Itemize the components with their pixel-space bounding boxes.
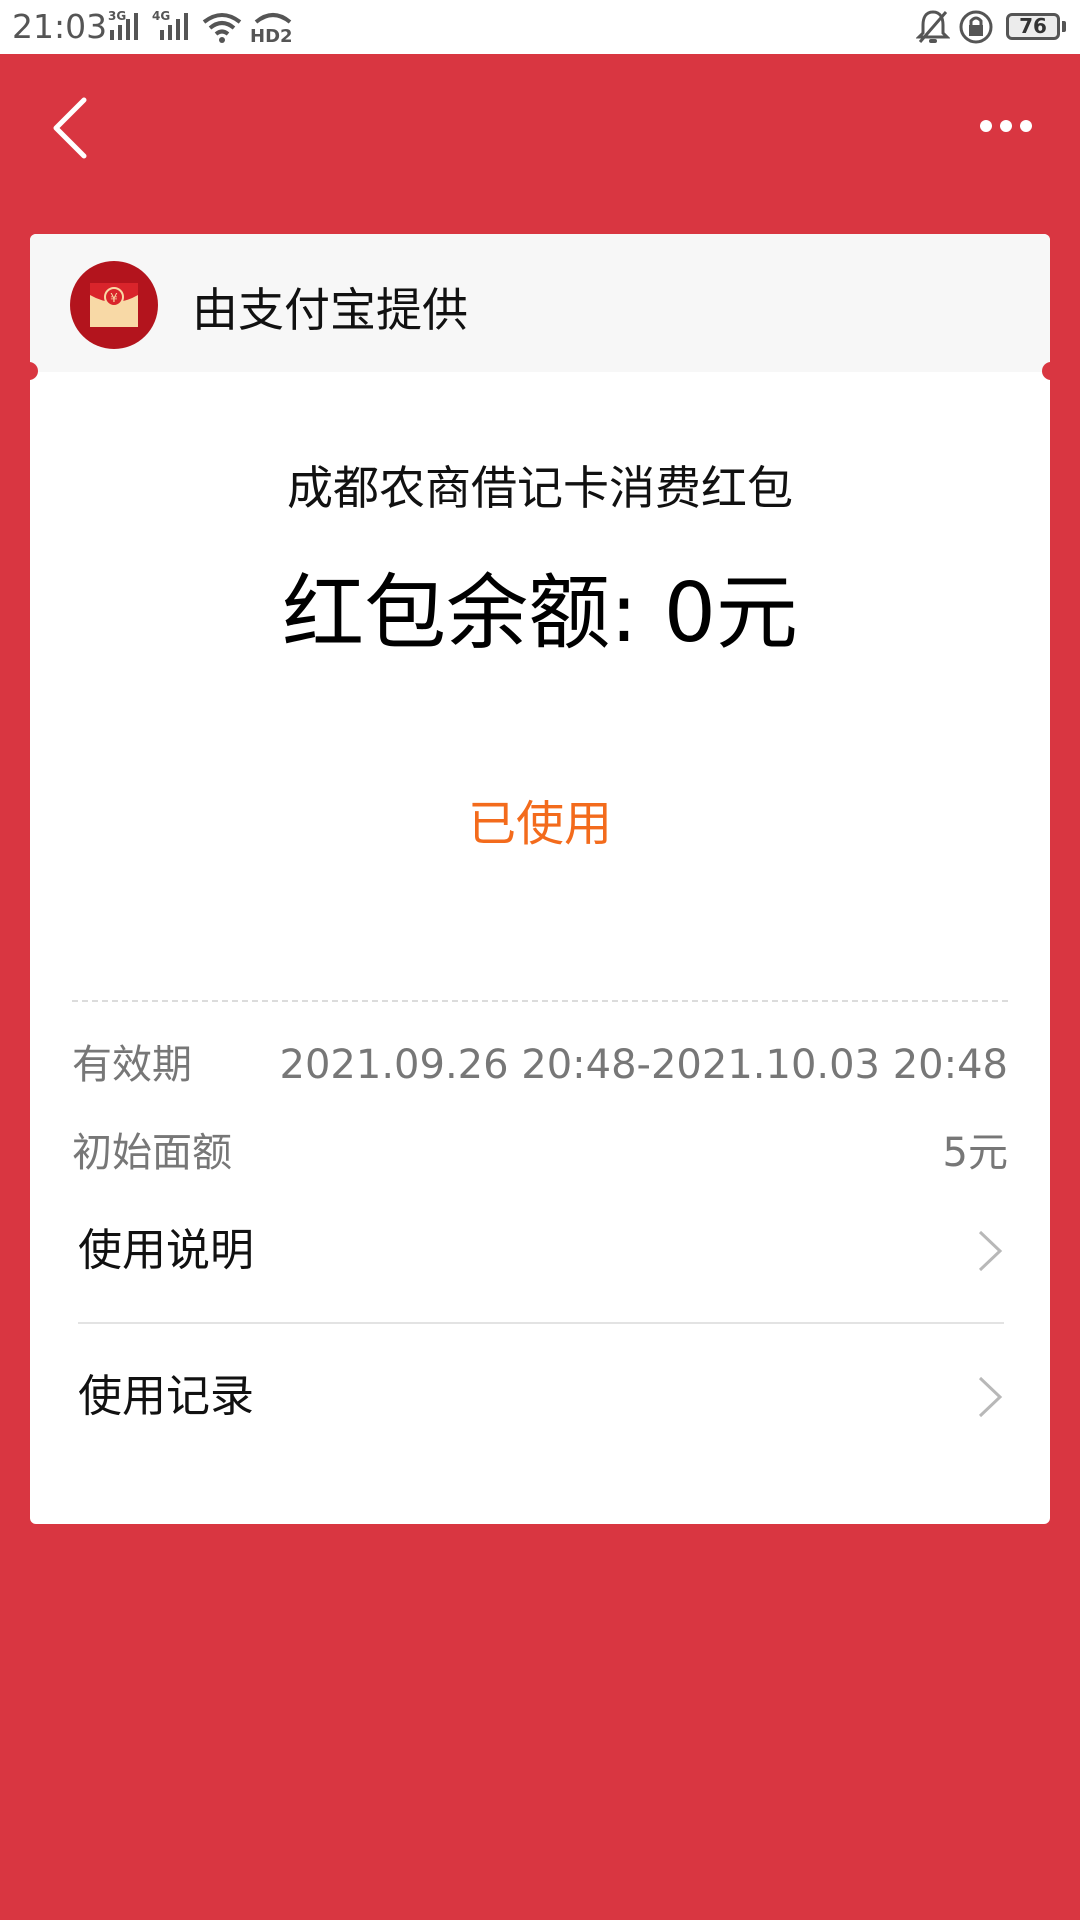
link-divider	[78, 1322, 1004, 1324]
packet-balance: 红包余额: 0元	[282, 566, 798, 661]
wifi-icon	[202, 13, 242, 43]
usage-instructions-link[interactable]: 使用说明	[78, 1196, 1004, 1306]
card-header: ¥ 由支付宝提供	[30, 234, 1050, 372]
card-notch-right	[1042, 362, 1050, 380]
more-button[interactable]	[976, 108, 1036, 144]
signal-icon	[110, 13, 138, 40]
battery-icon: 76	[1006, 13, 1060, 40]
validity-label: 有效期	[72, 1042, 192, 1088]
initial-amount-value: 5元	[942, 1130, 1008, 1176]
signal-icon-2	[160, 13, 188, 40]
rotation-lock-icon	[959, 10, 993, 44]
hd-volte-icon: HD2	[250, 13, 293, 44]
back-button[interactable]	[44, 92, 104, 162]
dashed-divider	[72, 1000, 1008, 1002]
packet-title: 成都农商借记卡消费红包	[287, 461, 793, 515]
svg-text:¥: ¥	[110, 291, 118, 305]
usage-records-link[interactable]: 使用记录	[78, 1342, 1004, 1452]
usage-records-label: 使用记录	[78, 1371, 254, 1422]
chevron-left-icon	[53, 97, 87, 159]
validity-row: 有效期 2021.09.26 20:48-2021.10.03 20:48	[72, 1040, 1008, 1090]
provider-label: 由支付宝提供	[192, 283, 468, 337]
validity-value: 2021.09.26 20:48-2021.10.03 20:48	[279, 1042, 1008, 1088]
initial-amount-row: 初始面额 5元	[72, 1128, 1008, 1178]
battery-tip	[1062, 21, 1066, 32]
red-packet-card: ¥ 由支付宝提供 成都农商借记卡消费红包 红包余额: 0元 已使用 有效期 20…	[30, 234, 1050, 1524]
status-time: 21:03	[12, 7, 108, 46]
chevron-right-icon	[978, 1230, 1003, 1272]
hd-label: HD2	[250, 26, 293, 44]
notification-off-icon	[916, 10, 950, 43]
status-bar: 21:03 3G 4G HD2 76	[0, 0, 1080, 54]
status-badge: 已使用	[467, 796, 612, 852]
usage-instructions-label: 使用说明	[78, 1225, 254, 1276]
chevron-right-icon	[978, 1376, 1003, 1418]
initial-amount-label: 初始面额	[72, 1130, 232, 1176]
more-dots-icon	[980, 120, 1032, 132]
red-envelope-logo-icon: ¥	[70, 261, 158, 349]
